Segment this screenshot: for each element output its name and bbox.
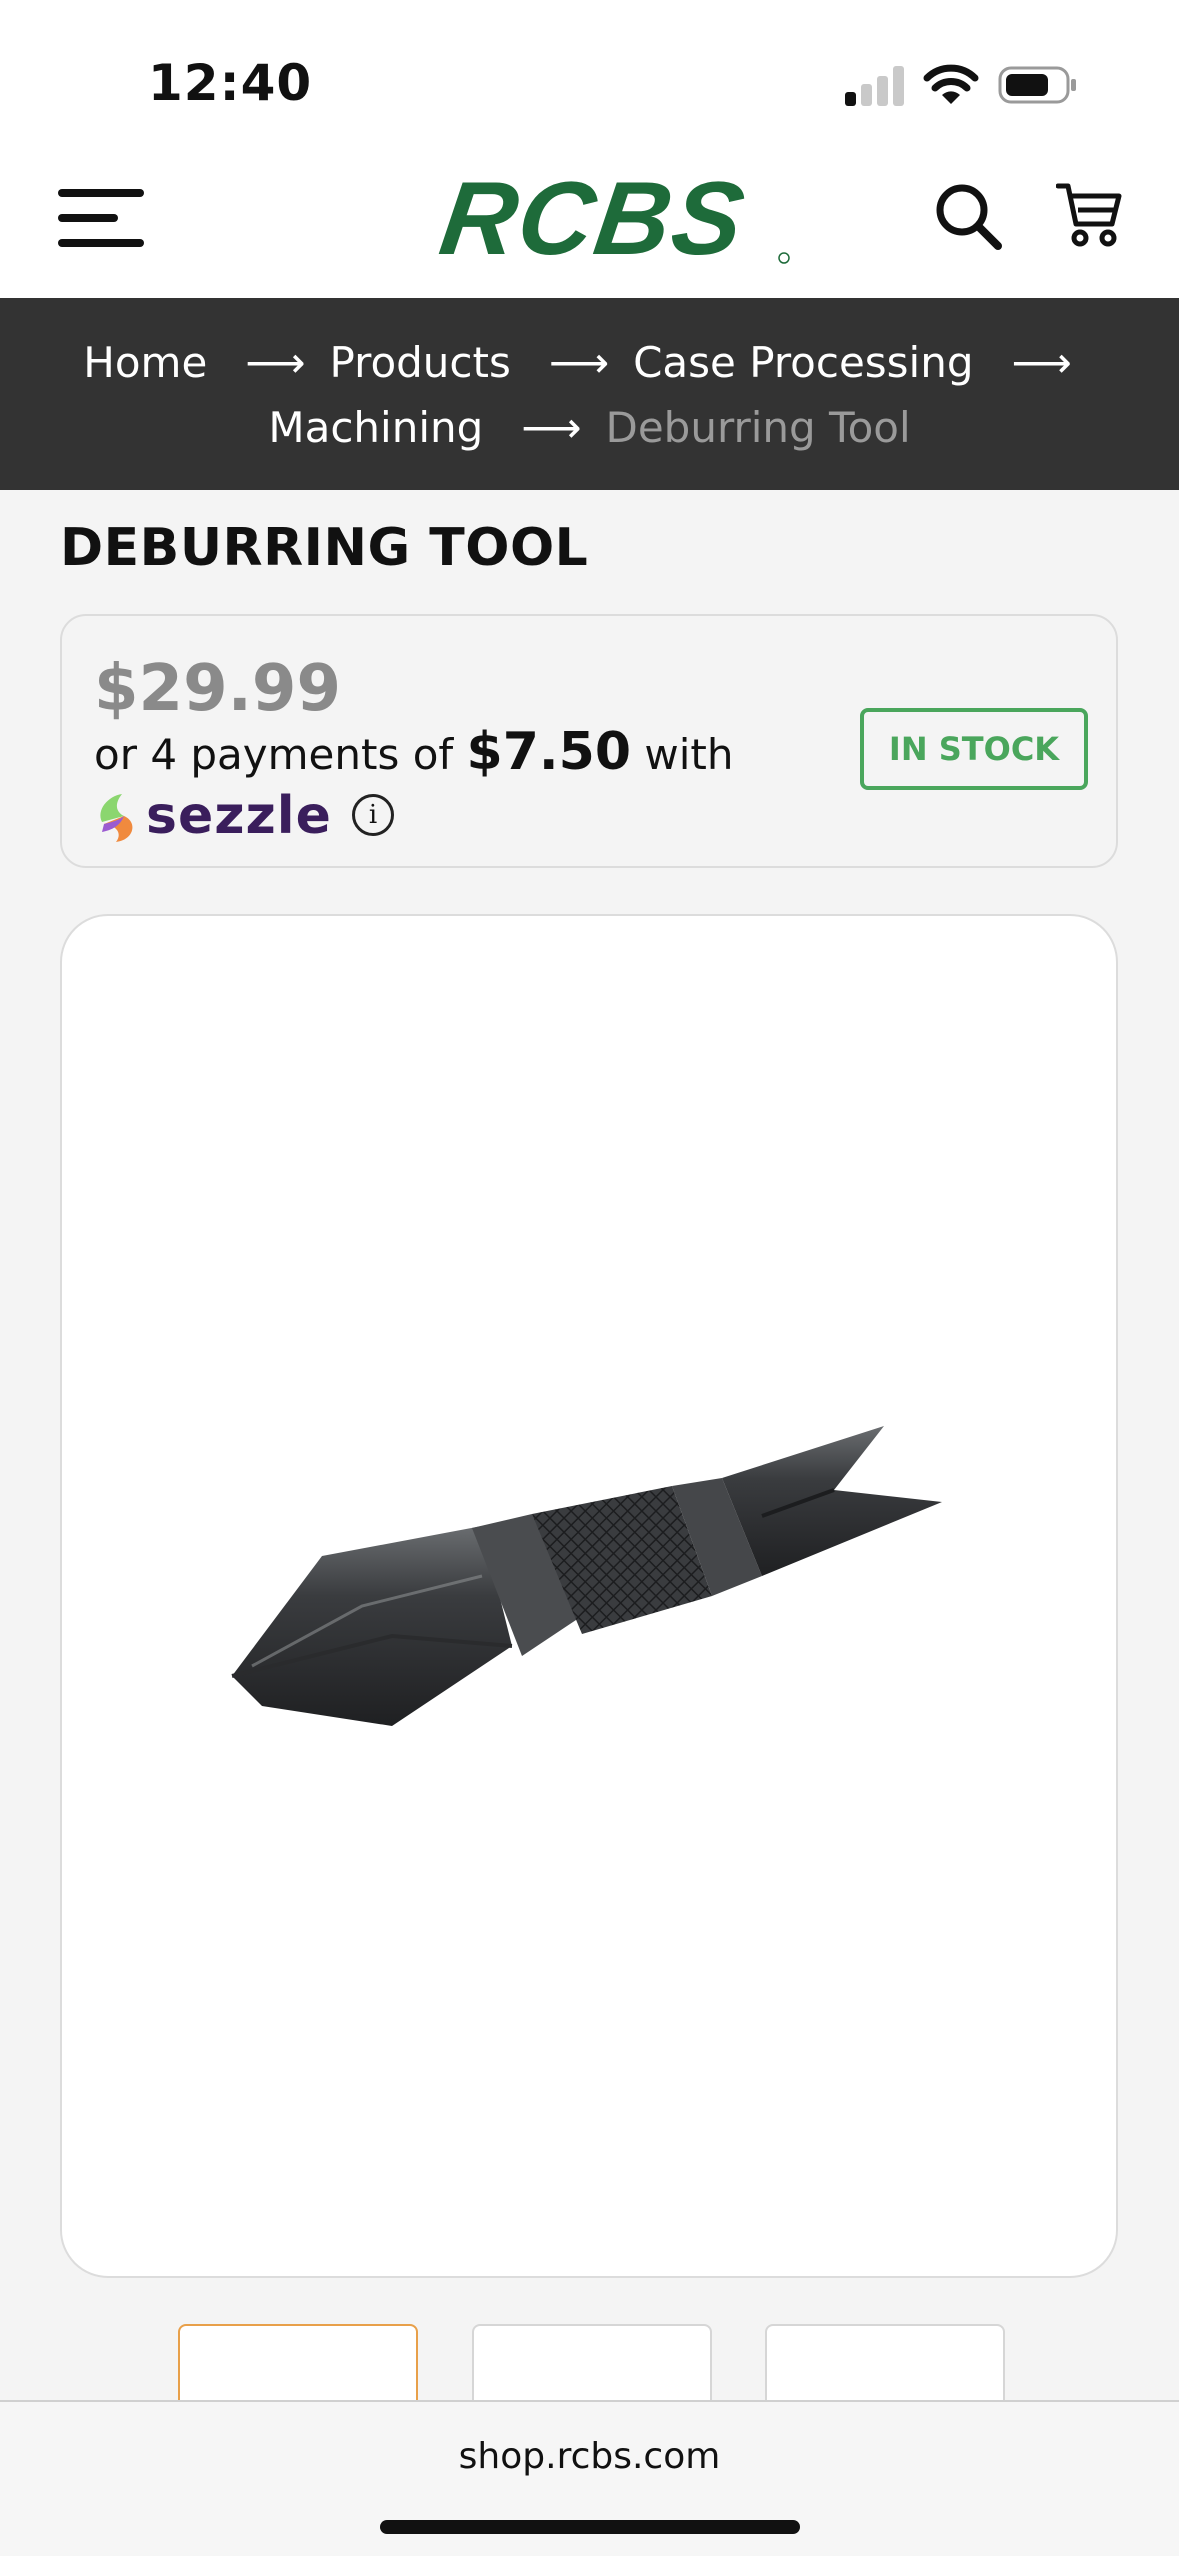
rcbs-logo[interactable]: RCBS xyxy=(388,170,793,270)
price-card: $29.99 or 4 payments of $7.50 with sezzl… xyxy=(60,614,1118,868)
search-icon[interactable] xyxy=(932,180,1004,252)
installment-prefix: or 4 payments of xyxy=(94,730,467,779)
breadcrumb-current: Deburring Tool xyxy=(605,403,911,452)
product-image[interactable] xyxy=(60,914,1118,2278)
stock-badge: IN STOCK xyxy=(860,708,1088,790)
breadcrumb-products[interactable]: Products xyxy=(330,338,511,387)
thumbnail-2[interactable] xyxy=(472,2324,712,2404)
wifi-icon xyxy=(923,64,979,104)
deburring-tool-image xyxy=(231,1426,942,1726)
sezzle-mark-icon xyxy=(100,794,133,842)
product-price: $29.99 xyxy=(94,652,341,726)
menu-icon[interactable] xyxy=(58,183,144,253)
installment-text: or 4 payments of $7.50 with xyxy=(94,722,734,782)
status-bar: 12:40 xyxy=(0,0,1179,150)
status-time: 12:40 xyxy=(148,54,313,112)
browser-address-bar[interactable]: shop.rcbs.com xyxy=(0,2400,1179,2556)
breadcrumb-case-processing[interactable]: Case Processing xyxy=(633,338,973,387)
page-title: DEBURRING TOOL xyxy=(60,518,589,578)
info-icon[interactable]: i xyxy=(352,794,394,836)
breadcrumb-arrow-icon: ⟶ xyxy=(1011,338,1072,387)
thumbnail-1[interactable] xyxy=(178,2324,418,2404)
breadcrumb-arrow-icon: ⟶ xyxy=(245,338,306,387)
cart-icon[interactable] xyxy=(1056,180,1122,248)
installment-suffix: with xyxy=(631,730,734,779)
breadcrumb-arrow-icon: ⟶ xyxy=(521,403,582,452)
url-text[interactable]: shop.rcbs.com xyxy=(0,2436,1179,2477)
site-header: RCBS xyxy=(0,150,1179,298)
breadcrumb-arrow-icon: ⟶ xyxy=(548,338,610,387)
payment-provider: sezzle xyxy=(146,786,332,846)
installment-amount: $7.50 xyxy=(466,722,632,782)
home-indicator xyxy=(380,2520,800,2534)
breadcrumb-machining[interactable]: Machining xyxy=(268,403,483,452)
svg-text:RCBS: RCBS xyxy=(434,170,753,270)
breadcrumb-home[interactable]: Home xyxy=(83,338,207,387)
thumbnail-3[interactable] xyxy=(765,2324,1005,2404)
breadcrumb: Home ⟶ Products ⟶ Case Processing ⟶ Machining… xyxy=(0,298,1179,490)
battery-icon xyxy=(998,66,1076,104)
cellular-signal-icon xyxy=(845,66,905,106)
